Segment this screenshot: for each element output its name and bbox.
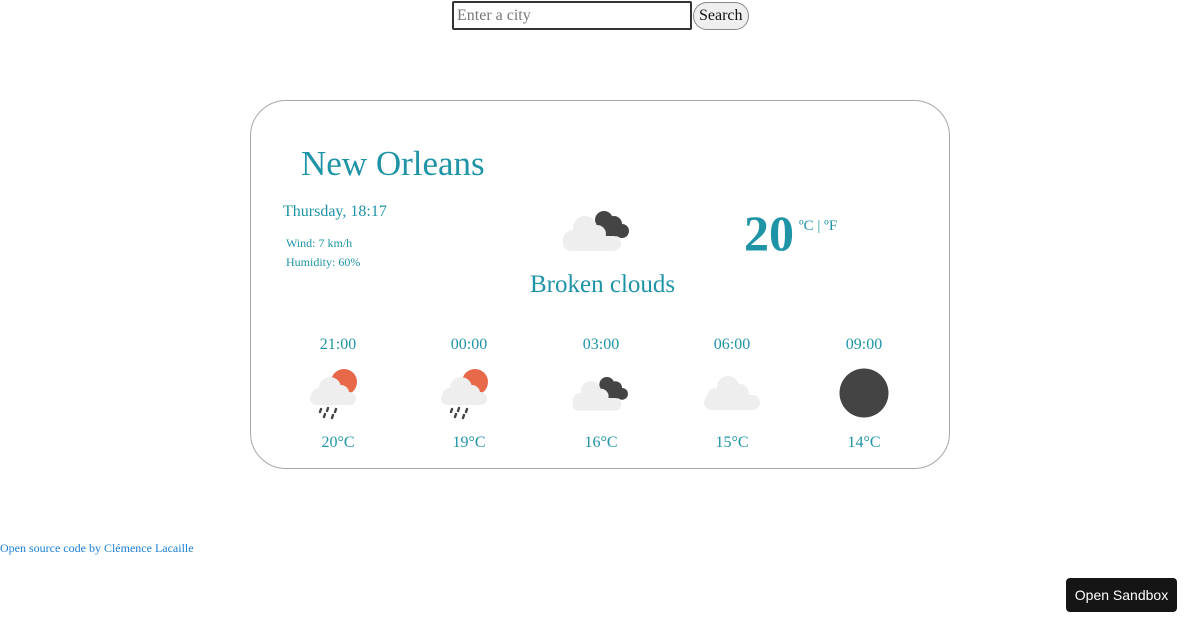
- forecast-time: 09:00: [845, 336, 883, 353]
- current-temperature: 20 ºC | ºF: [744, 208, 837, 258]
- rain-sun-icon: [306, 365, 370, 426]
- open-sandbox-button[interactable]: Open Sandbox: [1066, 578, 1177, 612]
- celsius-link[interactable]: ºC: [799, 218, 814, 234]
- forecast-item: 06:00 15°C: [687, 333, 777, 463]
- source-code-link[interactable]: Open source code by Clémence Lacaille: [0, 541, 194, 556]
- forecast: 21:00 20°C 00:00 19°C 03:00 16°C 06:00 1…: [271, 333, 935, 463]
- forecast-time: 06:00: [713, 336, 751, 353]
- weather-details: Wind: 7 km/h Humidity: 60%: [286, 234, 360, 272]
- forecast-temp: 15°C: [715, 434, 749, 451]
- weather-description: Broken clouds: [530, 271, 676, 298]
- full-moon-icon: [832, 365, 896, 426]
- city-name: New Orleans: [301, 144, 485, 183]
- broken-clouds-icon: [559, 204, 635, 259]
- forecast-item: 00:00 19°C: [424, 333, 514, 463]
- unit-separator: |: [817, 218, 821, 234]
- unit-toggle: ºC | ºF: [799, 218, 837, 235]
- current-date-time: Thursday, 18:17: [283, 203, 387, 220]
- forecast-time: 00:00: [450, 336, 488, 353]
- forecast-temp: 20°C: [321, 434, 355, 451]
- search-form: Search: [452, 1, 749, 30]
- humidity: Humidity: 60%: [286, 255, 361, 269]
- forecast-item: 09:00 14°C: [819, 333, 909, 463]
- cloud-icon: [700, 365, 764, 426]
- rain-sun-icon: [437, 365, 501, 426]
- forecast-time: 03:00: [582, 336, 620, 353]
- weather-card: New Orleans Thursday, 18:17 Wind: 7 km/h…: [250, 100, 950, 469]
- forecast-temp: 19°C: [452, 434, 486, 451]
- forecast-time: 21:00: [319, 336, 357, 353]
- temperature-value: 20: [744, 205, 794, 261]
- broken-clouds-icon: [569, 365, 633, 426]
- wind-speed: Wind: 7 km/h: [286, 236, 353, 250]
- search-button[interactable]: Search: [693, 1, 749, 30]
- forecast-item: 21:00 20°C: [293, 333, 383, 463]
- fahrenheit-link[interactable]: ºF: [824, 218, 837, 234]
- forecast-temp: 14°C: [847, 434, 881, 451]
- forecast-temp: 16°C: [584, 434, 618, 451]
- forecast-item: 03:00 16°C: [556, 333, 646, 463]
- city-search-input[interactable]: [452, 1, 692, 30]
